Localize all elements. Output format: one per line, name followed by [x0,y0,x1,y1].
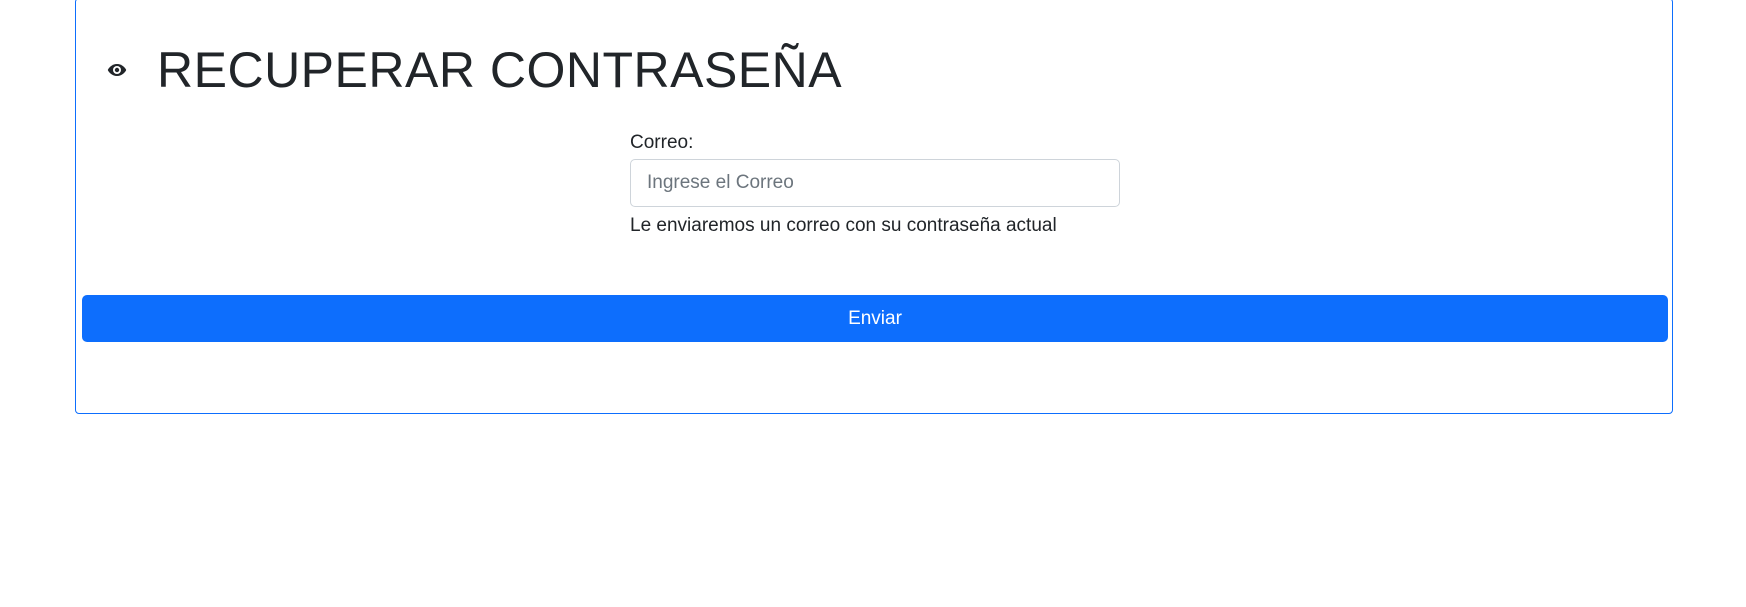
email-label: Correo: [630,132,694,153]
page-title: RECUPERAR CONTRASEÑA [157,42,843,98]
recover-password-card: RECUPERAR CONTRASEÑA Correo: Le enviarem… [75,0,1673,414]
email-form-group: Correo: Le enviaremos un correo con su c… [630,131,1120,240]
email-input[interactable] [630,159,1120,207]
email-help-text: Le enviaremos un correo con su contraseñ… [630,215,1057,236]
submit-button[interactable]: Enviar [82,295,1668,342]
card-header: RECUPERAR CONTRASEÑA [106,37,842,103]
eye-icon[interactable] [106,59,128,81]
eye-icon-graphic [107,64,127,76]
